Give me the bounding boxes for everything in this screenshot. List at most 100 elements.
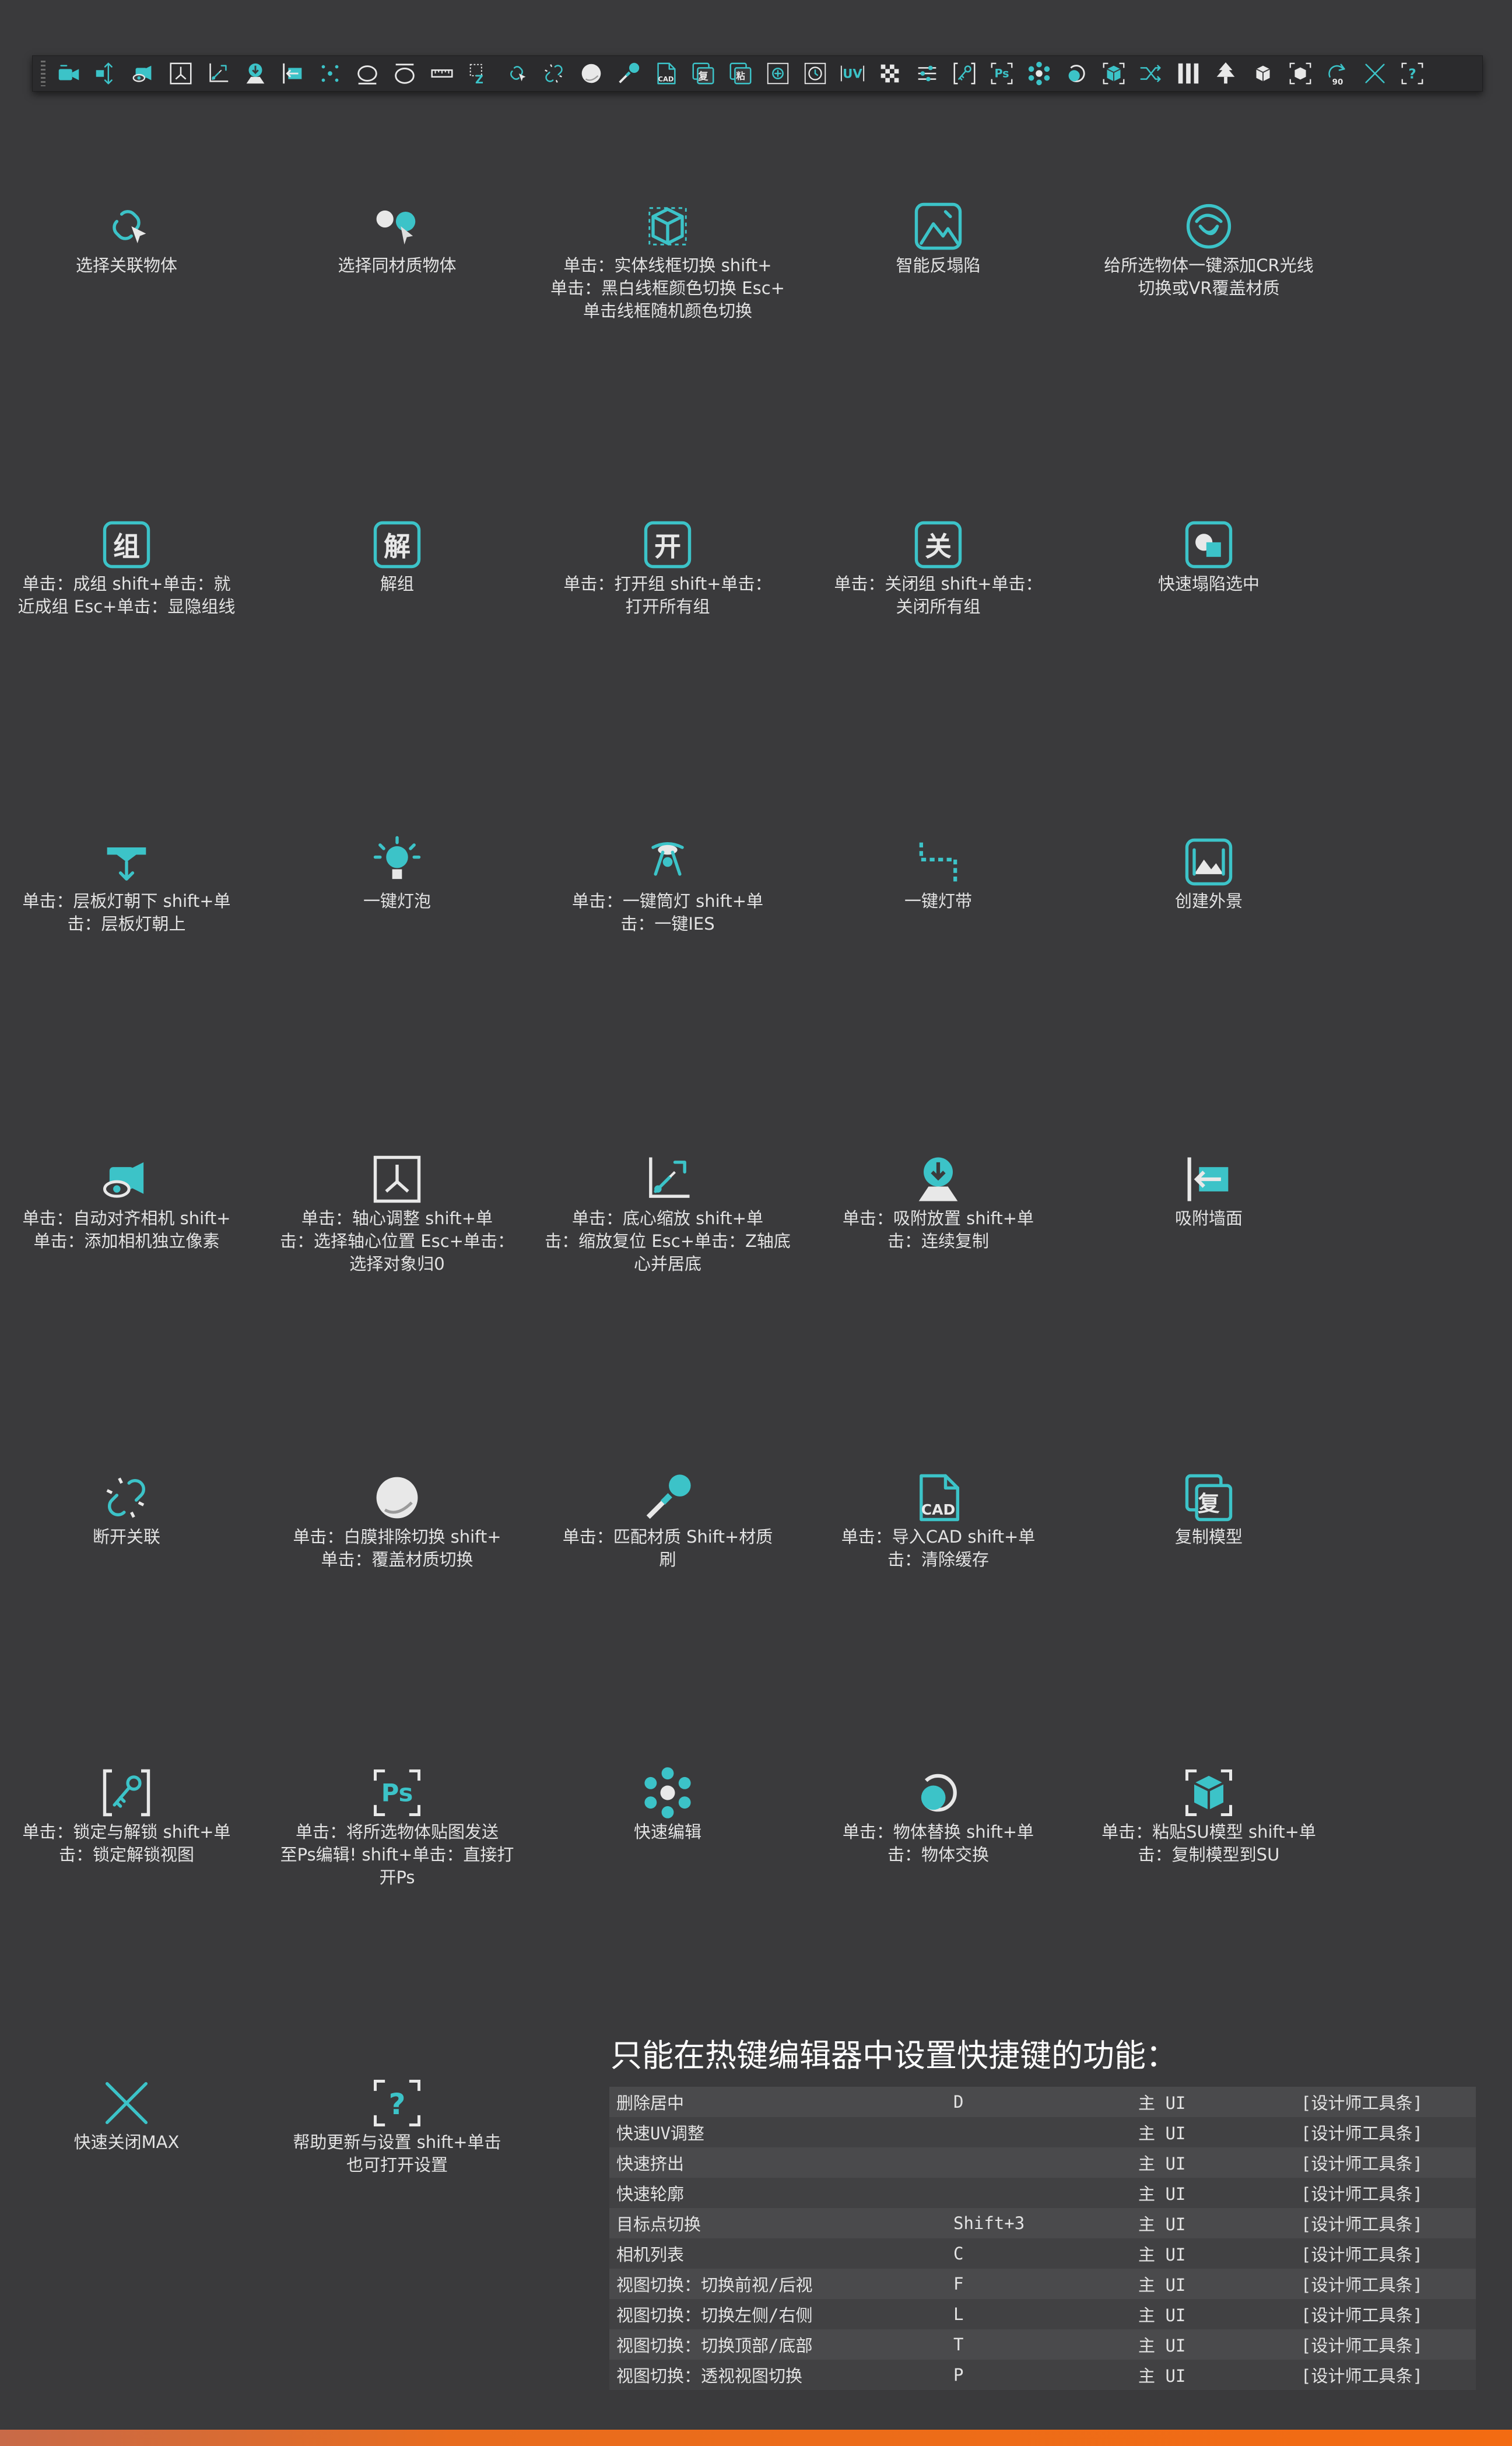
tool-label: 断开关联 bbox=[92, 1527, 160, 1547]
open-group-icon[interactable]: 开 bbox=[639, 516, 697, 574]
close-group-icon[interactable]: 关 bbox=[909, 516, 967, 574]
toolbar-button-paste-su[interactable] bbox=[1095, 57, 1132, 90]
add-circle-icon bbox=[767, 62, 789, 85]
sphere-material-icon[interactable] bbox=[368, 1469, 426, 1527]
tree-icon bbox=[1216, 62, 1235, 84]
toolbar-button-help[interactable]: ? bbox=[1394, 57, 1431, 90]
same-material-icon[interactable] bbox=[368, 197, 426, 255]
toolbar-button-clock-circle[interactable] bbox=[797, 57, 834, 90]
svg-text:CAD: CAD bbox=[658, 75, 674, 83]
toolbar-button-shuffle[interactable] bbox=[1132, 57, 1170, 90]
hotkey-group: [设计师工具条] bbox=[1294, 2117, 1476, 2147]
toolbar-button-camera-eye[interactable] bbox=[125, 57, 162, 90]
hotkey-row: 快速轮廓 主 UI [设计师工具条] bbox=[609, 2178, 1476, 2208]
unlink-icon bbox=[545, 64, 563, 83]
hotkey-context: 主 UI bbox=[1131, 2208, 1294, 2238]
toolbar-button-paste-model[interactable]: 粘 bbox=[722, 57, 759, 90]
lock-key-icon[interactable] bbox=[97, 1764, 156, 1822]
toolbar-button-rotate-90[interactable]: 90 bbox=[1319, 57, 1356, 90]
toolbar-button-unlink[interactable] bbox=[535, 57, 573, 90]
hotkey-context: 主 UI bbox=[1131, 2299, 1294, 2329]
snap-wall-icon[interactable] bbox=[1180, 1150, 1238, 1208]
shuffle-icon bbox=[1140, 65, 1161, 82]
toolbar-button-tree[interactable] bbox=[1207, 57, 1244, 90]
paste-su-icon[interactable] bbox=[1180, 1764, 1238, 1822]
hotkey-key: F bbox=[946, 2269, 1131, 2299]
snap-place-icon[interactable] bbox=[909, 1150, 967, 1208]
toolbar-button-axis-frame[interactable] bbox=[162, 57, 199, 90]
toolbar-button-select-linked[interactable] bbox=[498, 57, 535, 90]
tool-label: 快速塌陷选中 bbox=[1157, 574, 1260, 594]
copy-model-icon[interactable]: 复 bbox=[1180, 1469, 1238, 1527]
toolbar-button-ellipse-flat[interactable] bbox=[386, 57, 423, 90]
cr-light-icon[interactable] bbox=[1180, 197, 1238, 255]
light-strip-icon[interactable] bbox=[909, 833, 967, 891]
quick-collapse-icon[interactable] bbox=[1180, 516, 1238, 574]
hotkey-key bbox=[946, 2178, 1131, 2208]
unlink-icon[interactable] bbox=[97, 1469, 156, 1527]
bulb-icon[interactable] bbox=[368, 833, 426, 891]
camera-eye-icon[interactable] bbox=[97, 1150, 156, 1208]
toolbar-button-ellipse[interactable] bbox=[349, 57, 386, 90]
exterior-icon[interactable] bbox=[1180, 833, 1238, 891]
hotkey-action: 相机列表 bbox=[609, 2238, 946, 2269]
toolbar-button-checker[interactable] bbox=[871, 57, 908, 90]
replace-object-icon[interactable] bbox=[909, 1764, 967, 1822]
hotkey-key: L bbox=[946, 2299, 1131, 2329]
toolbar-button-snap-place[interactable] bbox=[237, 57, 274, 90]
toolbar-button-match-material[interactable] bbox=[610, 57, 647, 90]
photoshop-icon[interactable]: Ps bbox=[368, 1764, 426, 1822]
close-max-icon[interactable] bbox=[97, 2074, 156, 2132]
toolbar-button-cube-frame[interactable] bbox=[1282, 57, 1319, 90]
rotate-90-icon: 90 bbox=[1328, 64, 1345, 87]
shelf-light-icon[interactable] bbox=[97, 833, 156, 891]
tool-label: 单击：底心缩放 shift+单 击：缩放复位 Esc+单击：Z轴底 心并居底 bbox=[545, 1208, 791, 1274]
toolbar-button-scatter[interactable] bbox=[311, 57, 349, 90]
toolbar-button-photoshop[interactable]: Ps bbox=[983, 57, 1020, 90]
base-scale-icon[interactable] bbox=[639, 1150, 697, 1208]
hotkey-row: 快速挤出 主 UI [设计师工具条] bbox=[609, 2147, 1476, 2178]
import-cad-icon[interactable]: CAD bbox=[909, 1469, 967, 1527]
group-icon[interactable]: 组 bbox=[97, 516, 156, 574]
toolbar-button-grid-z[interactable]: Z bbox=[461, 57, 498, 90]
quick-edit-icon[interactable] bbox=[639, 1764, 697, 1822]
help-icon[interactable]: ? bbox=[368, 2074, 426, 2132]
camera-eye-icon bbox=[132, 65, 152, 82]
svg-text:组: 组 bbox=[113, 531, 140, 562]
hotkey-action: 视图切换：透视视图切换 bbox=[609, 2360, 946, 2390]
toolbar-button-lock-key[interactable] bbox=[946, 57, 983, 90]
toolbar-button-columns[interactable] bbox=[1170, 57, 1207, 90]
toolbar-button-snap-wall[interactable] bbox=[274, 57, 311, 90]
select-linked-icon[interactable] bbox=[97, 197, 156, 255]
toolbar-grip-handle[interactable] bbox=[41, 61, 45, 86]
hotkey-group: [设计师工具条] bbox=[1294, 2087, 1476, 2117]
toolbar-button-base-scale[interactable] bbox=[199, 57, 237, 90]
smart-collapse-icon[interactable] bbox=[909, 197, 967, 255]
toolbar-button-cube-small[interactable] bbox=[1244, 57, 1282, 90]
toolbar-button-camera-align[interactable] bbox=[50, 57, 87, 90]
tool-label: 单击：吸附放置 shift+单 击：连续复制 bbox=[842, 1208, 1034, 1251]
toolbar-button-quick-edit[interactable] bbox=[1020, 57, 1058, 90]
toolbar-button-add-circle[interactable] bbox=[759, 57, 797, 90]
toolbar-button-sliders[interactable] bbox=[908, 57, 946, 90]
hotkey-action: 视图切换：切换前视/后视 bbox=[609, 2269, 946, 2299]
spotlight-icon[interactable] bbox=[639, 833, 697, 891]
hotkey-group: [设计师工具条] bbox=[1294, 2147, 1476, 2178]
wireframe-box-icon[interactable] bbox=[639, 197, 697, 255]
tool-label: 单击：层板灯朝下 shift+单 击：层板灯朝上 bbox=[22, 891, 231, 934]
hotkey-key: Shift+3 bbox=[946, 2208, 1131, 2238]
match-material-icon[interactable] bbox=[639, 1469, 697, 1527]
toolbar-button-import-cad[interactable]: CAD bbox=[647, 57, 685, 90]
toolbar-button-sphere-material[interactable] bbox=[573, 57, 610, 90]
toolbar-button-copy-model[interactable]: 复 bbox=[685, 57, 722, 90]
toolbar-button-ruler[interactable] bbox=[423, 57, 461, 90]
toolbar-button-close-max[interactable] bbox=[1356, 57, 1394, 90]
toolbar-button-uv[interactable]: UV bbox=[834, 57, 871, 90]
hotkey-context: 主 UI bbox=[1131, 2147, 1294, 2178]
toolbar-button-pivot-adjust[interactable] bbox=[87, 57, 125, 90]
ungroup-icon[interactable]: 解 bbox=[368, 516, 426, 574]
hotkey-context: 主 UI bbox=[1131, 2360, 1294, 2390]
hotkey-action: 删除居中 bbox=[609, 2087, 946, 2117]
toolbar-button-replace-object[interactable] bbox=[1058, 57, 1095, 90]
axis-frame-icon[interactable] bbox=[368, 1150, 426, 1208]
